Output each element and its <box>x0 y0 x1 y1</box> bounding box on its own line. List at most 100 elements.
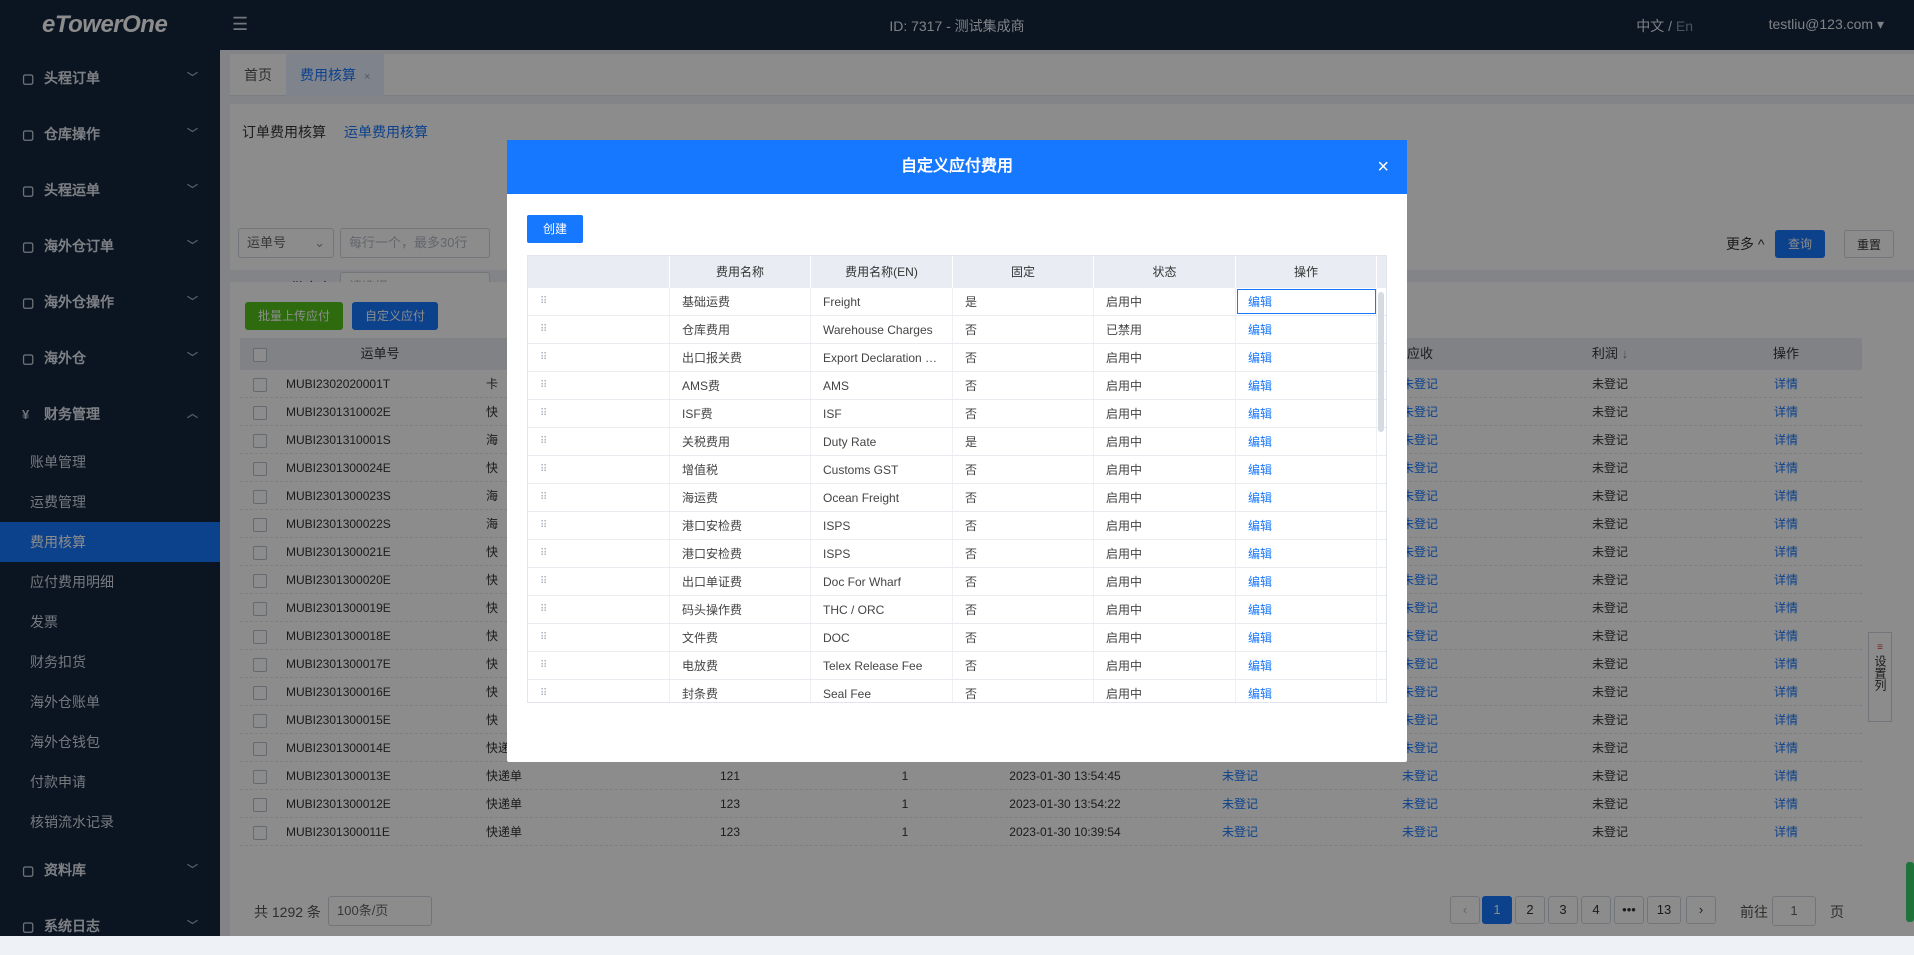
fee-status: 启用中 <box>1094 484 1236 511</box>
fee-fixed: 否 <box>953 540 1094 567</box>
fee-status: 已禁用 <box>1094 316 1236 343</box>
fee-status: 启用中 <box>1094 680 1236 702</box>
fee-status: 启用中 <box>1094 652 1236 679</box>
edit-link[interactable]: 编辑 <box>1236 540 1377 567</box>
edit-link[interactable]: 编辑 <box>1236 484 1377 511</box>
drag-handle-icon[interactable]: ⠿ <box>528 428 670 455</box>
drag-handle-icon[interactable]: ⠿ <box>528 624 670 651</box>
edit-link[interactable]: 编辑 <box>1236 652 1377 679</box>
fee-fixed: 否 <box>953 568 1094 595</box>
fee-name-en: DOC <box>811 624 953 651</box>
fee-name: 增值税 <box>670 456 811 483</box>
fee-row: ⠿ 码头操作费 THC / ORC 否启用中 编辑 <box>528 596 1386 624</box>
close-icon[interactable]: × <box>1377 140 1389 194</box>
fee-name-en: ISPS <box>811 540 953 567</box>
fee-name: 出口报关费 <box>670 344 811 371</box>
fee-row: ⠿ 港口安检费 ISPS 否启用中 编辑 <box>528 512 1386 540</box>
fee-name: 关税费用 <box>670 428 811 455</box>
edit-link[interactable]: 编辑 <box>1236 596 1377 623</box>
fee-row: ⠿ 海运费 Ocean Freight 否启用中 编辑 <box>528 484 1386 512</box>
create-button[interactable]: 创建 <box>527 215 583 243</box>
fee-name-en: ISPS <box>811 512 953 539</box>
fee-name: 海运费 <box>670 484 811 511</box>
fee-fixed: 否 <box>953 400 1094 427</box>
fee-name: 港口安检费 <box>670 540 811 567</box>
fee-name-en: Warehouse Charges <box>811 316 953 343</box>
fee-fixed: 否 <box>953 484 1094 511</box>
table-scrollbar[interactable] <box>1378 292 1384 432</box>
fee-status: 启用中 <box>1094 624 1236 651</box>
col-fixed: 固定 <box>953 256 1094 288</box>
fee-status: 启用中 <box>1094 428 1236 455</box>
fee-status: 启用中 <box>1094 344 1236 371</box>
drag-handle-icon[interactable]: ⠿ <box>528 680 670 702</box>
edit-link[interactable]: 编辑 <box>1236 344 1377 371</box>
fee-name: 文件费 <box>670 624 811 651</box>
edit-link[interactable]: 编辑 <box>1236 400 1377 427</box>
col-status: 状态 <box>1094 256 1236 288</box>
drag-handle-icon[interactable]: ⠿ <box>528 344 670 371</box>
drag-handle-icon[interactable]: ⠿ <box>528 652 670 679</box>
fee-table: 费用名称 费用名称(EN) 固定 状态 操作 ⠿ 基础运费 Freight 是启用中编… <box>527 255 1387 703</box>
fee-fixed: 否 <box>953 316 1094 343</box>
edit-link[interactable]: 编辑 <box>1236 288 1377 315</box>
fee-name-en: ISF <box>811 400 953 427</box>
col-op: 操作 <box>1236 256 1377 288</box>
col-fee-name-en: 费用名称(EN) <box>811 256 953 288</box>
edit-link[interactable]: 编辑 <box>1236 624 1377 651</box>
drag-handle-icon[interactable]: ⠿ <box>528 288 670 315</box>
fee-status: 启用中 <box>1094 400 1236 427</box>
edit-link[interactable]: 编辑 <box>1236 512 1377 539</box>
fee-name-en: AMS <box>811 372 953 399</box>
fee-fixed: 否 <box>953 512 1094 539</box>
fee-name: 电放费 <box>670 652 811 679</box>
edit-link[interactable]: 编辑 <box>1236 372 1377 399</box>
edit-link[interactable]: 编辑 <box>1236 428 1377 455</box>
fee-fixed: 是 <box>953 428 1094 455</box>
fee-row: ⠿ 出口单证费 Doc For Wharf 否启用中 编辑 <box>528 568 1386 596</box>
fee-status: 启用中 <box>1094 568 1236 595</box>
fee-fixed: 否 <box>953 596 1094 623</box>
fee-name: ISF费 <box>670 400 811 427</box>
fee-status: 启用中 <box>1094 372 1236 399</box>
drag-handle-icon[interactable]: ⠿ <box>528 596 670 623</box>
modal-header: 自定义应付费用 × <box>507 140 1407 194</box>
fee-name-en: Seal Fee <box>811 680 953 702</box>
edit-link[interactable]: 编辑 <box>1236 680 1377 702</box>
fee-name: AMS费 <box>670 372 811 399</box>
fee-fixed: 否 <box>953 680 1094 702</box>
fee-name-en: Duty Rate <box>811 428 953 455</box>
drag-handle-icon[interactable]: ⠿ <box>528 456 670 483</box>
fee-row: ⠿ 出口报关费 Export Declaration F... 否启用中 编辑 <box>528 344 1386 372</box>
fee-name-en: Telex Release Fee <box>811 652 953 679</box>
drag-handle-icon[interactable]: ⠿ <box>528 568 670 595</box>
fee-row: ⠿ 仓库费用 Warehouse Charges 否已禁用 编辑 <box>528 316 1386 344</box>
fee-name: 码头操作费 <box>670 596 811 623</box>
drag-handle-icon[interactable]: ⠿ <box>528 484 670 511</box>
fee-name-en: THC / ORC <box>811 596 953 623</box>
fee-fixed: 是 <box>953 288 1094 315</box>
fee-fixed: 否 <box>953 372 1094 399</box>
drag-handle-icon[interactable]: ⠿ <box>528 400 670 427</box>
fee-name-en: Customs GST <box>811 456 953 483</box>
fee-row: ⠿ 电放费 Telex Release Fee 否启用中 编辑 <box>528 652 1386 680</box>
fee-fixed: 否 <box>953 456 1094 483</box>
fee-fixed: 否 <box>953 344 1094 371</box>
edit-link[interactable]: 编辑 <box>1236 456 1377 483</box>
fee-fixed: 否 <box>953 652 1094 679</box>
fee-fixed: 否 <box>953 624 1094 651</box>
fee-name: 出口单证费 <box>670 568 811 595</box>
drag-handle-icon[interactable]: ⠿ <box>528 540 670 567</box>
fee-status: 启用中 <box>1094 512 1236 539</box>
fee-status: 启用中 <box>1094 596 1236 623</box>
fee-name: 港口安检费 <box>670 512 811 539</box>
fee-row: ⠿ AMS费 AMS 否启用中 编辑 <box>528 372 1386 400</box>
fee-status: 启用中 <box>1094 288 1236 315</box>
fee-row: ⠿ 封条费 Seal Fee 否启用中 编辑 <box>528 680 1386 702</box>
drag-handle-icon[interactable]: ⠿ <box>528 316 670 343</box>
drag-handle-icon[interactable]: ⠿ <box>528 512 670 539</box>
edit-link[interactable]: 编辑 <box>1236 568 1377 595</box>
drag-handle-icon[interactable]: ⠿ <box>528 372 670 399</box>
edit-link[interactable]: 编辑 <box>1236 316 1377 343</box>
fee-row: ⠿ ISF费 ISF 否启用中 编辑 <box>528 400 1386 428</box>
